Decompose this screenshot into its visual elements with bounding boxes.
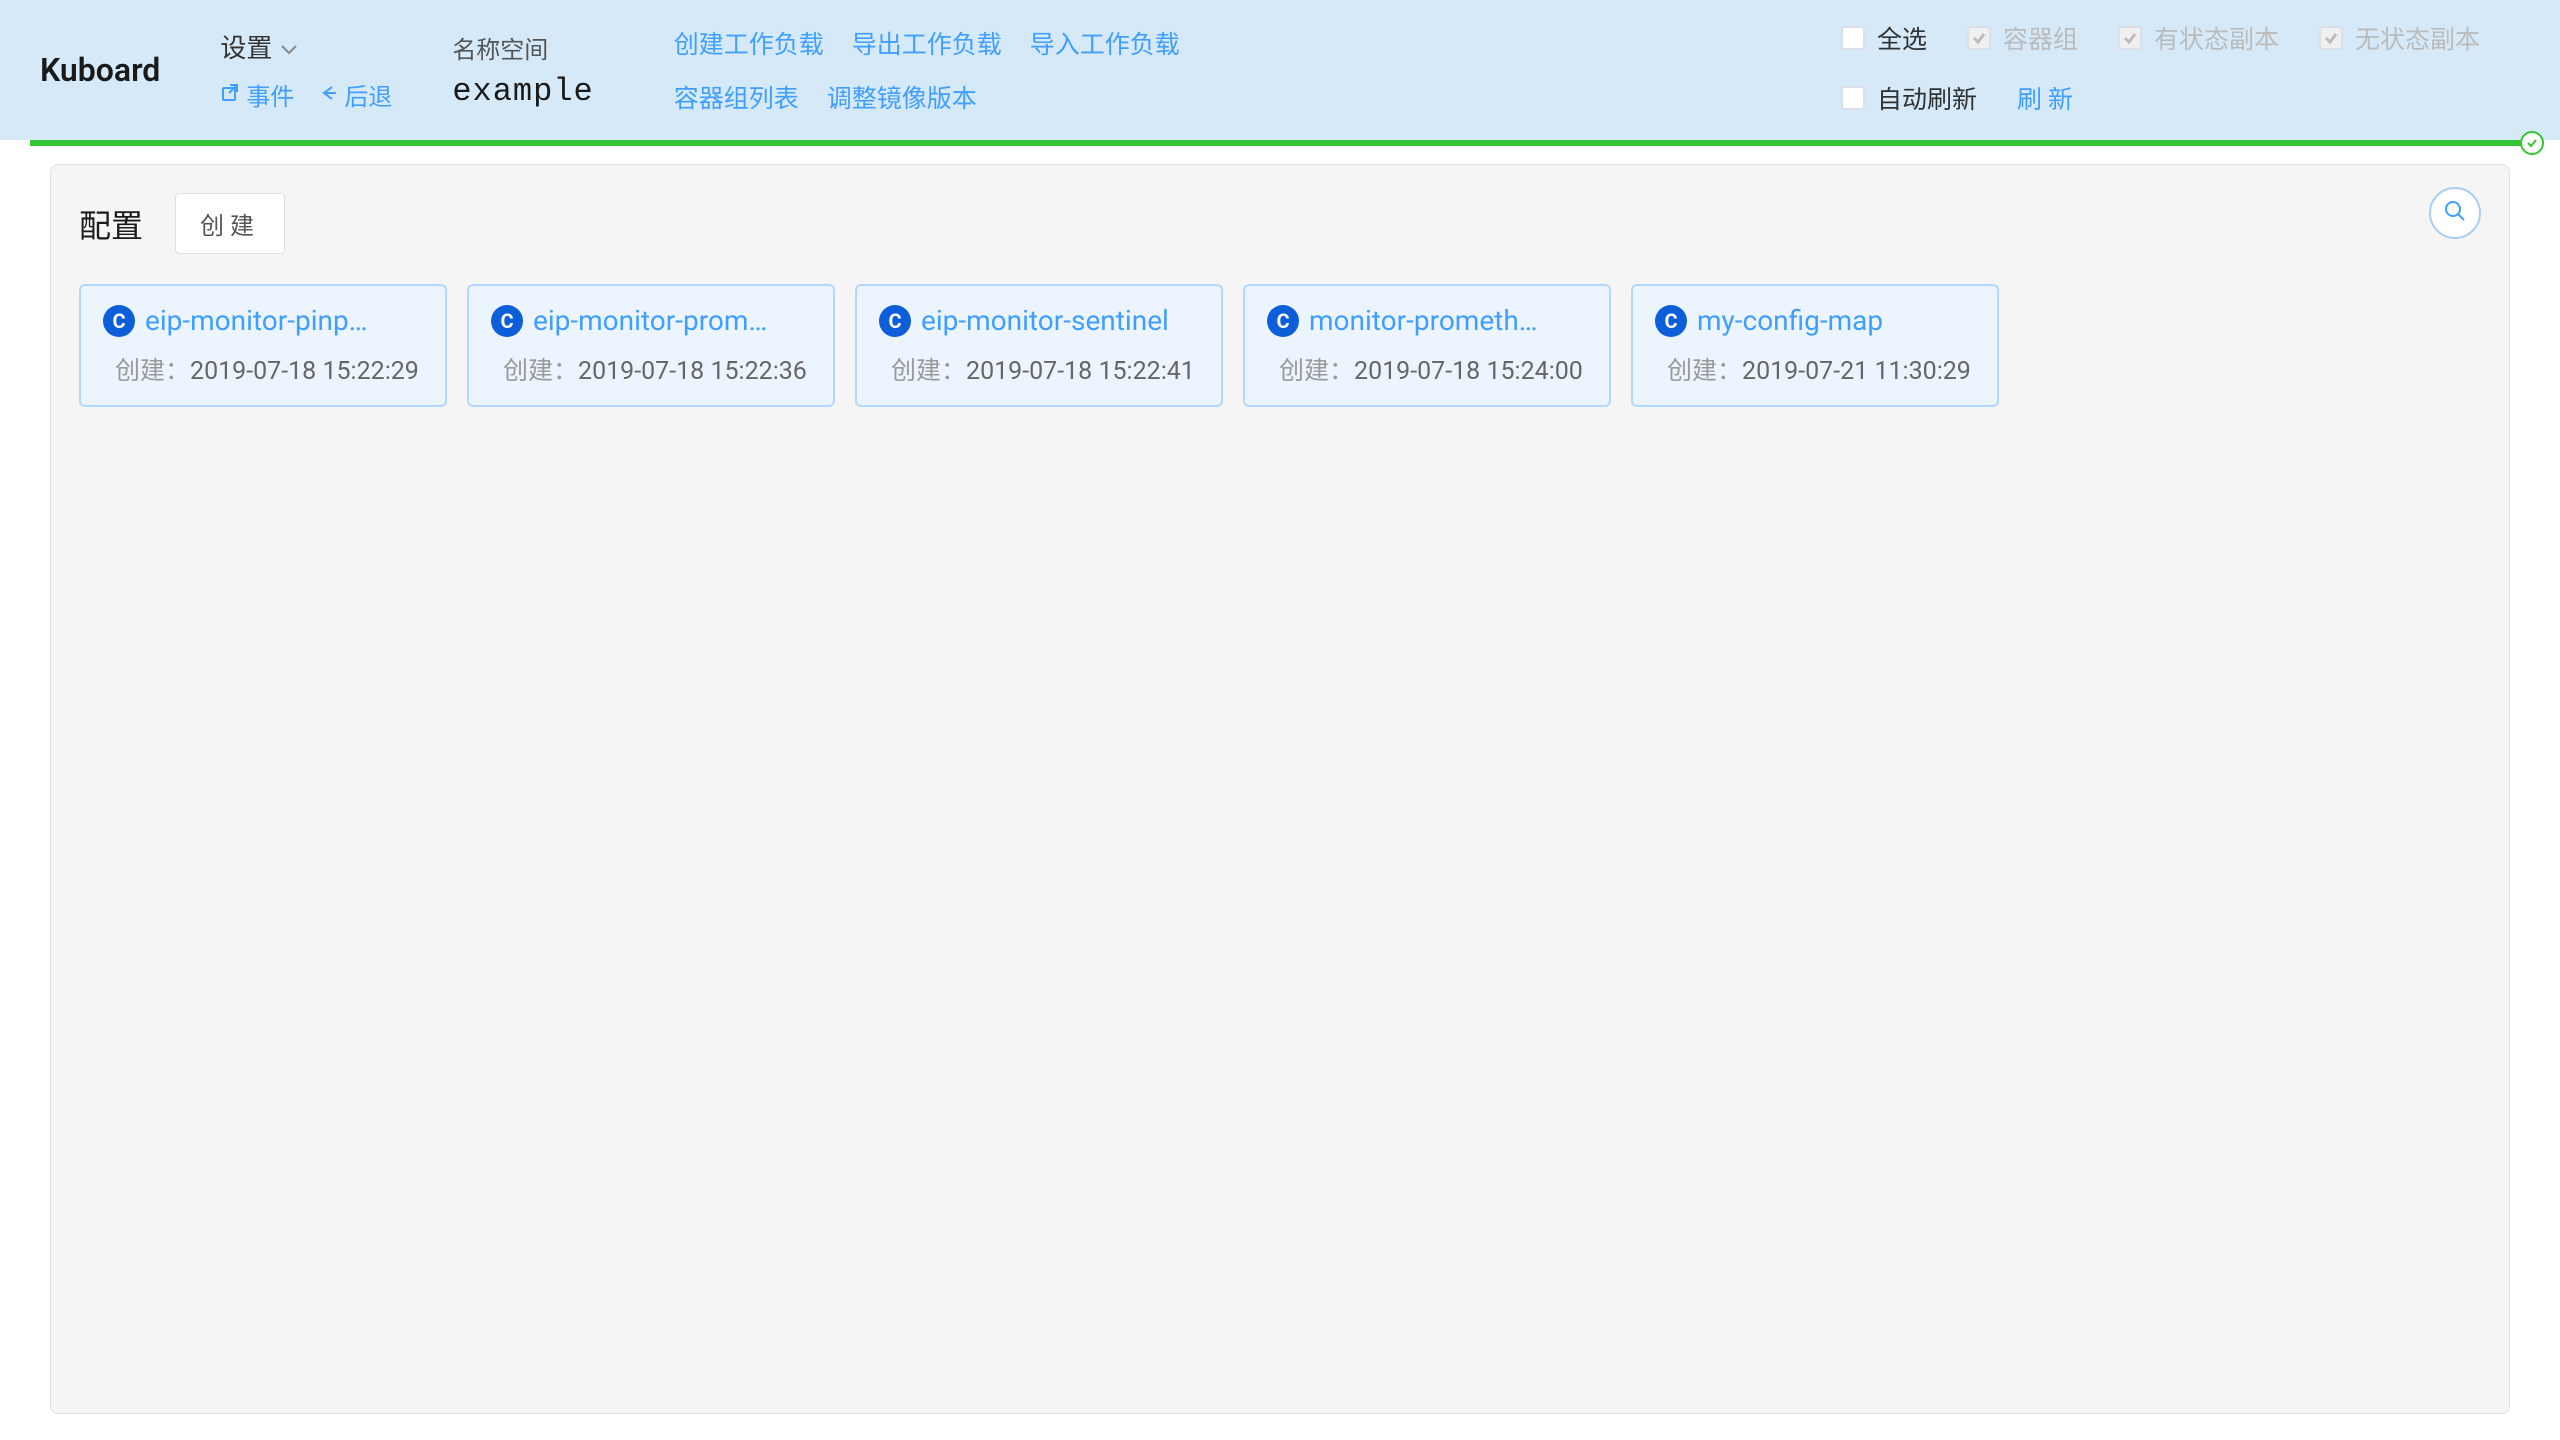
select-all-label: 全选 bbox=[1877, 20, 1927, 56]
config-badge-icon: C bbox=[103, 305, 135, 337]
card-meta: 创建：2019-07-18 15:22:41 bbox=[879, 351, 1199, 387]
search-icon bbox=[2443, 199, 2467, 227]
panel-header: 配置 创建 bbox=[79, 193, 2481, 254]
stateless-label: 无状态副本 bbox=[2355, 20, 2480, 56]
header: Kuboard 设置 事件 后退 名称空间 example bbox=[0, 0, 2560, 140]
statefulset-checkbox[interactable]: 有状态副本 bbox=[2118, 20, 2279, 56]
back-link[interactable]: 后退 bbox=[318, 77, 392, 112]
config-card[interactable]: C eip-monitor-pinp… 创建：2019-07-18 15:22:… bbox=[79, 284, 447, 407]
filter-row-1: 全选 容器组 有状态副本 无状态副本 bbox=[1841, 20, 2480, 56]
created-value: 2019-07-18 15:22:29 bbox=[190, 357, 419, 386]
created-label: 创建： bbox=[891, 357, 966, 386]
card-meta: 创建：2019-07-18 15:24:00 bbox=[1267, 351, 1587, 387]
container-list-link[interactable]: 容器组列表 bbox=[674, 79, 799, 115]
config-panel: 配置 创建 C eip-monitor-pinp… 创建：2019-07-18 … bbox=[50, 164, 2510, 1414]
header-sublinks: 事件 后退 bbox=[220, 77, 392, 112]
created-value: 2019-07-18 15:24:00 bbox=[1354, 357, 1583, 386]
config-card[interactable]: C my-config-map 创建：2019-07-21 11:30:29 bbox=[1631, 284, 1999, 407]
card-title: my-config-map bbox=[1697, 304, 1883, 337]
checkbox-icon bbox=[1841, 86, 1865, 110]
settings-label: 设置 bbox=[220, 28, 272, 65]
created-label: 创建： bbox=[1667, 357, 1742, 386]
export-workload-link[interactable]: 导出工作负载 bbox=[852, 25, 1002, 61]
config-badge-icon: C bbox=[1655, 305, 1687, 337]
pods-checkbox[interactable]: 容器组 bbox=[1967, 20, 2078, 56]
stateless-checkbox[interactable]: 无状态副本 bbox=[2319, 20, 2480, 56]
config-badge-icon: C bbox=[1267, 305, 1299, 337]
statefulset-label: 有状态副本 bbox=[2154, 20, 2279, 56]
config-badge-icon: C bbox=[491, 305, 523, 337]
auto-refresh-label: 自动刷新 bbox=[1877, 80, 1977, 116]
create-workload-link[interactable]: 创建工作负载 bbox=[674, 25, 824, 61]
adjust-image-link[interactable]: 调整镜像版本 bbox=[827, 79, 977, 115]
logo[interactable]: Kuboard bbox=[40, 51, 160, 89]
config-cards: C eip-monitor-pinp… 创建：2019-07-18 15:22:… bbox=[79, 284, 2481, 407]
create-button[interactable]: 创建 bbox=[175, 193, 285, 254]
card-title: eip-monitor-sentinel bbox=[921, 304, 1169, 337]
external-link-icon bbox=[220, 81, 240, 109]
card-meta: 创建：2019-07-18 15:22:36 bbox=[491, 351, 811, 387]
progress-bar bbox=[30, 140, 2530, 146]
back-label: 后退 bbox=[344, 77, 392, 112]
panel-title: 配置 bbox=[79, 201, 143, 247]
settings-dropdown[interactable]: 设置 bbox=[220, 28, 392, 65]
card-meta: 创建：2019-07-21 11:30:29 bbox=[1655, 351, 1975, 387]
filter-row-2: 自动刷新 刷新 bbox=[1841, 80, 2480, 116]
events-label: 事件 bbox=[246, 77, 294, 112]
card-title-row: C monitor-prometh… bbox=[1267, 304, 1587, 337]
card-title-row: C my-config-map bbox=[1655, 304, 1975, 337]
events-link[interactable]: 事件 bbox=[220, 77, 294, 112]
refresh-link[interactable]: 刷新 bbox=[2017, 80, 2079, 116]
checkbox-checked-icon bbox=[2319, 26, 2343, 50]
actions-row-1: 创建工作负载 导出工作负载 导入工作负载 bbox=[674, 25, 1180, 61]
card-meta: 创建：2019-07-18 15:22:29 bbox=[103, 351, 423, 387]
actions-row-2: 容器组列表 调整镜像版本 bbox=[674, 79, 1180, 115]
pods-label: 容器组 bbox=[2003, 20, 2078, 56]
created-label: 创建： bbox=[1279, 357, 1354, 386]
created-value: 2019-07-18 15:22:36 bbox=[578, 357, 807, 386]
namespace-section: 名称空间 example bbox=[452, 30, 593, 110]
progress-check-icon bbox=[2520, 131, 2544, 155]
created-label: 创建： bbox=[115, 357, 190, 386]
filters-section: 全选 容器组 有状态副本 无状态副本 bbox=[1841, 20, 2480, 116]
config-card[interactable]: C monitor-prometh… 创建：2019-07-18 15:24:0… bbox=[1243, 284, 1611, 407]
checkbox-checked-icon bbox=[1967, 26, 1991, 50]
import-workload-link[interactable]: 导入工作负载 bbox=[1030, 25, 1180, 61]
arrow-left-icon bbox=[318, 81, 338, 109]
select-all-checkbox[interactable]: 全选 bbox=[1841, 20, 1927, 56]
checkbox-icon bbox=[1841, 26, 1865, 50]
search-button[interactable] bbox=[2429, 187, 2481, 239]
config-badge-icon: C bbox=[879, 305, 911, 337]
created-value: 2019-07-21 11:30:29 bbox=[1742, 357, 1971, 386]
card-title-row: C eip-monitor-pinp… bbox=[103, 304, 423, 337]
actions-section: 创建工作负载 导出工作负载 导入工作负载 容器组列表 调整镜像版本 bbox=[674, 25, 1180, 115]
namespace-label: 名称空间 bbox=[452, 30, 593, 65]
config-card[interactable]: C eip-monitor-sentinel 创建：2019-07-18 15:… bbox=[855, 284, 1223, 407]
chevron-down-icon bbox=[280, 32, 298, 62]
card-title-row: C eip-monitor-sentinel bbox=[879, 304, 1199, 337]
checkbox-checked-icon bbox=[2118, 26, 2142, 50]
card-title: monitor-prometh… bbox=[1309, 304, 1538, 337]
created-value: 2019-07-18 15:22:41 bbox=[966, 357, 1195, 386]
config-card[interactable]: C eip-monitor-prom… 创建：2019-07-18 15:22:… bbox=[467, 284, 835, 407]
namespace-value: example bbox=[452, 73, 593, 110]
settings-section: 设置 事件 后退 bbox=[220, 28, 392, 112]
card-title: eip-monitor-prom… bbox=[533, 304, 767, 337]
auto-refresh-checkbox[interactable]: 自动刷新 bbox=[1841, 80, 1977, 116]
created-label: 创建： bbox=[503, 357, 578, 386]
card-title-row: C eip-monitor-prom… bbox=[491, 304, 811, 337]
card-title: eip-monitor-pinp… bbox=[145, 304, 367, 337]
